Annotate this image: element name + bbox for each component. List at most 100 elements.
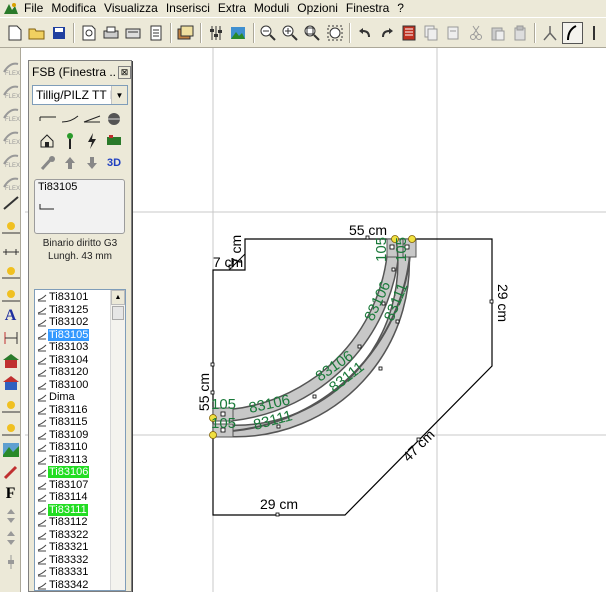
zoom-out-icon[interactable] [258,22,279,44]
scroll-up-icon[interactable]: ▲ [111,290,125,305]
duplicate-icon[interactable] [443,22,464,44]
list-item[interactable]: Ti83110 [35,441,112,454]
tools-icon[interactable] [37,153,59,173]
list-item[interactable]: Ti83111 [35,503,112,517]
menu-modifica[interactable]: Modifica [47,0,100,17]
list-item[interactable]: Ti83115 [35,416,112,429]
switch-tool-icon[interactable] [539,22,560,44]
paste-icon[interactable] [487,22,508,44]
list-item[interactable]: Dima [35,391,112,404]
list-item[interactable]: Ti83125 [35,304,112,317]
app-icon[interactable] [2,1,20,17]
menu-extra[interactable]: Extra [214,0,250,17]
menu-help[interactable]: ? [393,0,408,17]
menu-file[interactable]: File [20,0,47,17]
upload-icon[interactable] [59,153,81,173]
cut-icon[interactable] [465,22,486,44]
panel-close-button[interactable]: ⊠ [118,65,131,79]
zoom-in-icon[interactable] [280,22,301,44]
list-item[interactable]: Ti83109 [35,429,112,442]
house-icon[interactable] [37,131,59,151]
flex-track-icon[interactable]: FLEX [1,81,20,101]
part-list[interactable]: Ti83101 Ti83125 Ti83102 Ti83105 Ti83103 Ti831… [34,289,126,591]
chevron-down-icon[interactable]: ▼ [111,86,127,104]
list-item[interactable]: Ti83100 [35,379,112,392]
new-file-icon[interactable] [4,22,25,44]
straight-track-icon[interactable] [37,109,59,129]
print-preview-icon[interactable] [78,22,99,44]
flex-track-icon[interactable]: FLEX [1,173,20,193]
track-tool-icon[interactable] [561,21,583,44]
3d-view-icon[interactable]: 3D [103,153,125,173]
list-item[interactable]: Ti83102 [35,316,112,329]
locomotive-icon[interactable] [103,131,125,151]
flex-track-icon[interactable]: FLEX [1,150,20,170]
terrain-icon[interactable] [1,440,20,460]
list-item[interactable]: Ti83106 [35,466,112,479]
settings-icon[interactable] [205,22,226,44]
list-item[interactable]: Ti83332 [35,554,112,567]
list-item[interactable]: Ti83342 [35,579,112,590]
library-select[interactable]: Tillig/PILZ TT I ▼ [32,85,128,105]
flex-track-icon[interactable]: FLEX [1,58,20,78]
3d-view-icon[interactable] [227,22,248,44]
list-item[interactable]: Ti83103 [35,341,112,354]
layers-icon[interactable] [175,22,196,44]
part-list-scrollbar[interactable]: ▲ [110,290,125,590]
download-icon[interactable] [81,153,103,173]
menu-moduli[interactable]: Moduli [250,0,293,17]
list-item[interactable]: Ti83322 [35,529,112,542]
sun-icon[interactable] [1,284,20,304]
list-item[interactable]: Ti83120 [35,366,112,379]
undo-icon[interactable] [354,22,375,44]
parts-list-icon[interactable] [145,22,166,44]
switch-track-icon[interactable] [81,109,103,129]
menu-opzioni[interactable]: Opzioni [293,0,342,17]
ruler-icon[interactable] [1,238,20,258]
function-icon[interactable]: F [1,484,20,504]
sun-icon[interactable] [1,216,20,236]
library-icon[interactable] [399,22,420,44]
edit-icon[interactable] [1,462,20,482]
menu-finestra[interactable]: Finestra [342,0,393,17]
list-item[interactable]: Ti83101 [35,291,112,304]
flex-track-icon[interactable]: FLEX [1,127,20,147]
copy-icon[interactable] [421,22,442,44]
menu-inserisci[interactable]: Inserisci [162,0,214,17]
turntable-icon[interactable] [103,109,125,129]
sun-icon[interactable] [1,395,20,415]
track-draw-icon[interactable] [1,193,20,213]
electric-icon[interactable] [81,131,103,151]
clipboard-icon[interactable] [509,22,530,44]
zoom-fit-icon[interactable] [324,22,345,44]
scroll-thumb[interactable] [112,306,124,320]
text-tool-icon[interactable]: A [1,306,20,326]
list-item[interactable]: Ti83116 [35,404,112,417]
arrow-up-down-icon[interactable] [1,528,20,548]
menu-visualizza[interactable]: Visualizza [100,0,162,17]
curved-track-icon[interactable] [59,109,81,129]
flex-track-icon[interactable]: FLEX [1,104,20,124]
list-item[interactable]: Ti83107 [35,479,112,492]
list-item[interactable]: Ti83113 [35,454,112,467]
sun-icon[interactable] [1,418,20,438]
zoom-window-icon[interactable] [302,22,323,44]
print-icon[interactable] [101,22,122,44]
list-item[interactable]: Ti83321 [35,541,112,554]
arrow-up-down-icon[interactable] [1,506,20,526]
signal-icon[interactable] [59,131,81,151]
track-tool-extra-icon[interactable] [584,22,605,44]
sun-icon[interactable] [1,261,20,281]
settings-slider-icon[interactable] [1,552,20,572]
list-item[interactable]: Ti83105 [35,328,112,342]
list-item[interactable]: Ti83331 [35,566,112,579]
save-icon[interactable] [48,22,69,44]
list-item[interactable]: Ti83114 [35,491,112,504]
list-item[interactable]: Ti83104 [35,354,112,367]
building-icon[interactable] [1,373,20,393]
list-item[interactable]: Ti83112 [35,516,112,529]
redo-icon[interactable] [376,22,397,44]
open-folder-icon[interactable] [26,22,47,44]
dimension-tool-icon[interactable] [1,328,20,348]
panel-title-bar[interactable]: FSB (Finestra ... ⊠ [29,61,131,83]
